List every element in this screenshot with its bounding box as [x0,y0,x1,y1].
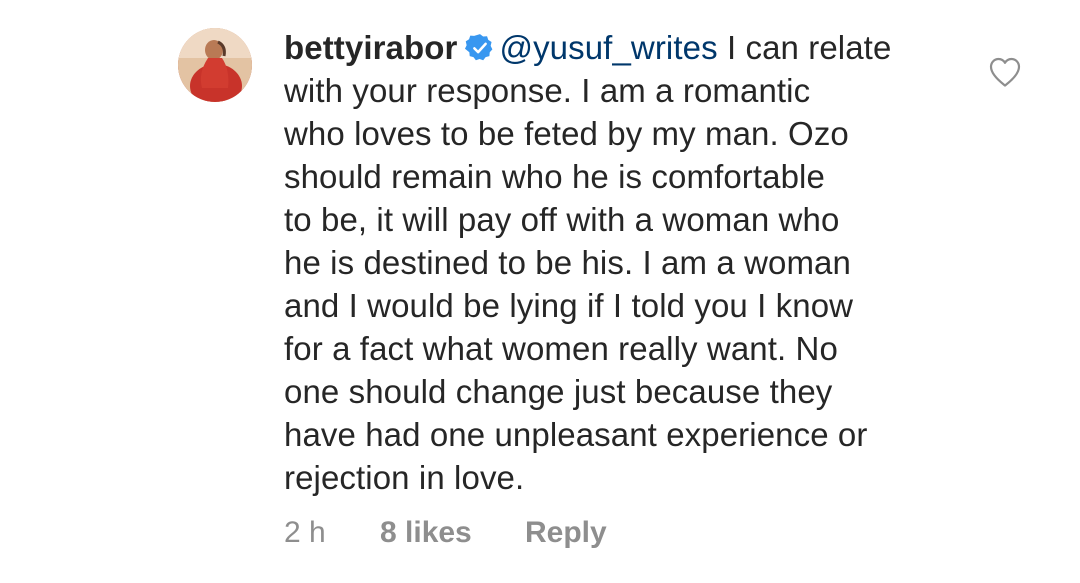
comment-text-line: have had one unpleasant experience or [284,416,868,453]
verified-badge-icon [465,34,493,61]
comment-timestamp: 2 h [284,516,326,549]
comment-text-line: with your response. I am a romantic [284,72,811,109]
comment-text-line: for a fact what women really want. No [284,330,838,367]
comment-footer: 2 h 8 likes Reply [284,516,607,550]
comment-text-line: he is destined to be his. I am a woman [284,244,851,281]
comment-text-line: to be, it will pay off with a woman who [284,201,840,238]
avatar-image [178,28,252,102]
reply-button[interactable]: Reply [525,516,607,550]
comment-text-line: rejection in love. [284,459,525,496]
comment: bettyirabor @yusuf_writes I can relate wi… [0,0,1080,583]
comment-text-line: and I would be lying if I told you I kno… [284,287,854,324]
comment-first-line: bettyirabor @yusuf_writes I can relate [284,26,984,69]
heart-outline-icon[interactable] [988,56,1022,88]
comment-text-line: who loves to be feted by my man. Ozo [284,115,849,152]
comment-body: bettyirabor @yusuf_writes I can relate wi… [284,26,984,499]
comment-text-line: should remain who he is comfortable [284,158,825,195]
comment-text-line: I can relate [717,29,892,66]
avatar[interactable] [178,28,252,102]
username-link[interactable]: bettyirabor [284,29,457,66]
mention-link[interactable]: @yusuf_writes [499,29,717,66]
likes-count-button[interactable]: 8 likes [380,516,525,550]
comment-text-line: one should change just because they [284,373,833,410]
